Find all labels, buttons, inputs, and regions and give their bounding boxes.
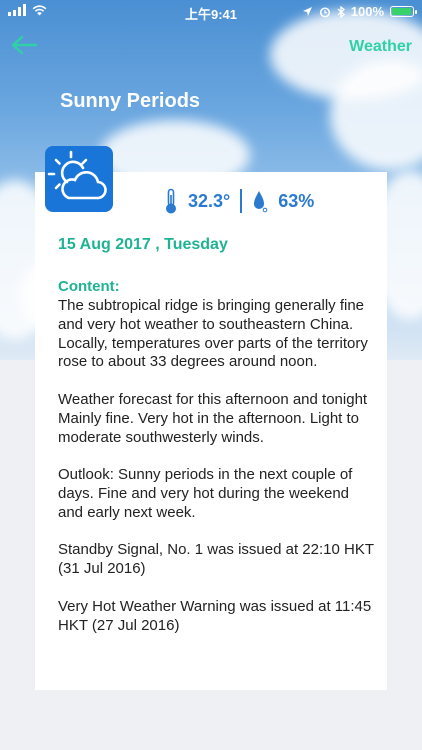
battery-icon — [390, 6, 417, 17]
stats-divider — [240, 189, 243, 213]
status-bar: 上午9:41 100% — [0, 0, 422, 24]
forecast-date: 15 Aug 2017 , Tuesday — [58, 236, 228, 253]
weather-condition: Sunny Periods — [60, 90, 201, 112]
location-icon — [302, 7, 312, 16]
arrow-left-icon[interactable] — [10, 34, 38, 56]
alarm-icon — [319, 6, 330, 18]
sun-behind-cloud-icon — [47, 150, 107, 200]
humidity-drop-icon — [254, 191, 268, 213]
content-label: Content: — [58, 278, 120, 295]
weather-stats: 32.3° 63% — [164, 188, 314, 214]
thermometer-icon — [166, 188, 176, 214]
humidity-value: 63% — [278, 190, 315, 211]
weather-icon-tile — [45, 146, 113, 212]
battery-level — [392, 8, 411, 15]
nav-title: Weather — [349, 38, 412, 55]
content-text: The subtropical ridge is bringing genera… — [58, 297, 374, 634]
bluetooth-icon — [337, 5, 345, 18]
battery-percent: 100% — [350, 4, 384, 19]
temperature-value: 32.3° — [188, 190, 231, 211]
back-button[interactable] — [10, 34, 38, 56]
